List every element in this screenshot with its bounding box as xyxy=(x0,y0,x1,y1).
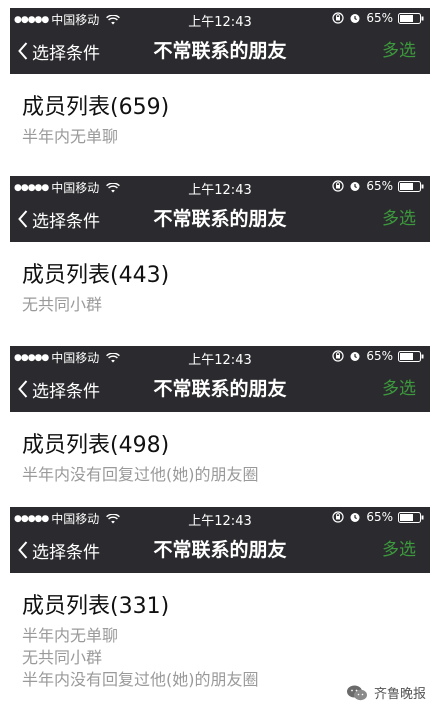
navigation-header: ●●●●● 中国移动 上午12:43 65% 选择条件 不常联系的朋友 多选 xyxy=(10,346,430,412)
navigation-header: ●●●●● 中国移动 上午12:43 65% 选择条件 不常联系的朋友 多选 xyxy=(10,8,430,74)
screenshot-panel-3: ●●●●● 中国移动 上午12:43 65% 选择条件 不常联系的朋友 多选 成… xyxy=(10,346,430,486)
battery-icon xyxy=(398,180,424,192)
member-list-section: 成员列表(331) 半年内无单聊 无共同小群 半年内没有回复过他(她)的朋友圈 xyxy=(10,573,430,691)
status-bar: ●●●●● 中国移动 上午12:43 65% xyxy=(10,346,430,368)
member-list-title[interactable]: 成员列表(659) xyxy=(22,94,430,122)
status-bar: ●●●●● 中国移动 上午12:43 65% xyxy=(10,176,430,198)
rotation-lock-icon xyxy=(332,350,344,362)
rotation-lock-icon xyxy=(332,180,344,192)
member-list-title[interactable]: 成员列表(443) xyxy=(22,262,430,290)
alarm-icon xyxy=(350,182,360,191)
battery-icon xyxy=(398,350,424,362)
member-list-section: 成员列表(443) 无共同小群 xyxy=(10,242,430,316)
page-title: 不常联系的朋友 xyxy=(153,378,287,400)
multi-select-button[interactable]: 多选 xyxy=(382,527,416,573)
battery-icon xyxy=(398,511,424,523)
status-bar: ●●●●● 中国移动 上午12:43 65% xyxy=(10,507,430,529)
screenshot-panel-1: ●●●●● 中国移动 上午12:43 65% 选择条件 不常联系的朋友 多选 成… xyxy=(10,8,430,148)
navigation-header: ●●●●● 中国移动 上午12:43 65% 选择条件 不常联系的朋友 多选 xyxy=(10,176,430,242)
battery-percent: 65% xyxy=(366,179,393,193)
alarm-icon xyxy=(350,14,360,23)
multi-select-button[interactable]: 多选 xyxy=(382,28,416,74)
wechat-icon xyxy=(346,685,367,700)
criteria-label: 无共同小群 xyxy=(22,648,103,667)
navigation-header: ●●●●● 中国移动 上午12:43 65% 选择条件 不常联系的朋友 多选 xyxy=(10,507,430,573)
criteria-label: 半年内无单聊 xyxy=(22,626,119,645)
multi-select-button[interactable]: 多选 xyxy=(382,366,416,412)
member-list-title[interactable]: 成员列表(331) xyxy=(22,593,430,621)
member-list-section: 成员列表(498) 半年内没有回复过他(她)的朋友圈 xyxy=(10,412,430,486)
status-bar: ●●●●● 中国移动 上午12:43 65% xyxy=(10,8,430,30)
alarm-icon xyxy=(350,352,360,361)
page-title: 不常联系的朋友 xyxy=(153,40,287,62)
rotation-lock-icon xyxy=(332,511,344,523)
rotation-lock-icon xyxy=(332,12,344,24)
screenshot-panel-4: ●●●●● 中国移动 上午12:43 65% 选择条件 不常联系的朋友 多选 成… xyxy=(10,507,430,691)
criteria-label: 半年内没有回复过他(她)的朋友圈 xyxy=(22,465,259,484)
battery-percent: 65% xyxy=(366,349,393,363)
criteria-label: 半年内无单聊 xyxy=(22,127,119,146)
multi-select-button[interactable]: 多选 xyxy=(382,196,416,242)
criteria-label: 无共同小群 xyxy=(22,295,103,314)
page-title: 不常联系的朋友 xyxy=(153,208,287,230)
battery-icon xyxy=(398,12,424,24)
alarm-icon xyxy=(350,513,360,522)
battery-percent: 65% xyxy=(366,11,393,25)
member-list-section: 成员列表(659) 半年内无单聊 xyxy=(10,74,430,148)
page-title: 不常联系的朋友 xyxy=(153,539,287,561)
watermark: 齐鲁晚报 xyxy=(346,683,426,702)
watermark-text: 齐鲁晚报 xyxy=(373,687,426,702)
screenshot-panel-2: ●●●●● 中国移动 上午12:43 65% 选择条件 不常联系的朋友 多选 成… xyxy=(10,176,430,316)
member-list-title[interactable]: 成员列表(498) xyxy=(22,432,430,460)
battery-percent: 65% xyxy=(366,510,393,524)
